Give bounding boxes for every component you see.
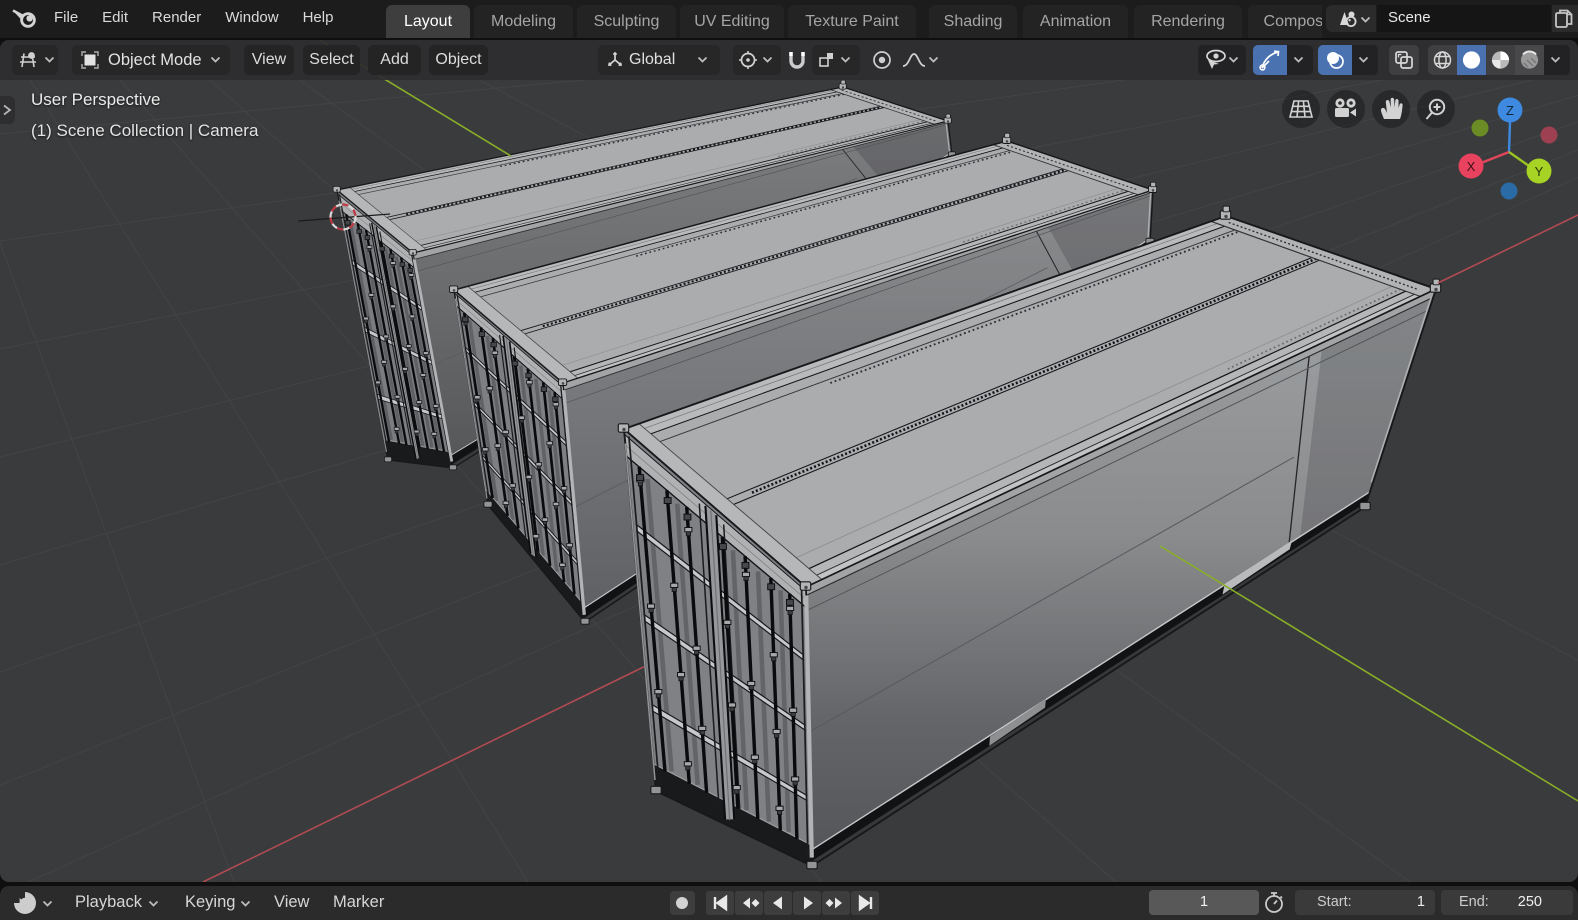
svg-text:X: X: [1467, 159, 1476, 174]
svg-text:Y: Y: [1535, 164, 1544, 179]
svg-text:Z: Z: [1506, 103, 1514, 118]
